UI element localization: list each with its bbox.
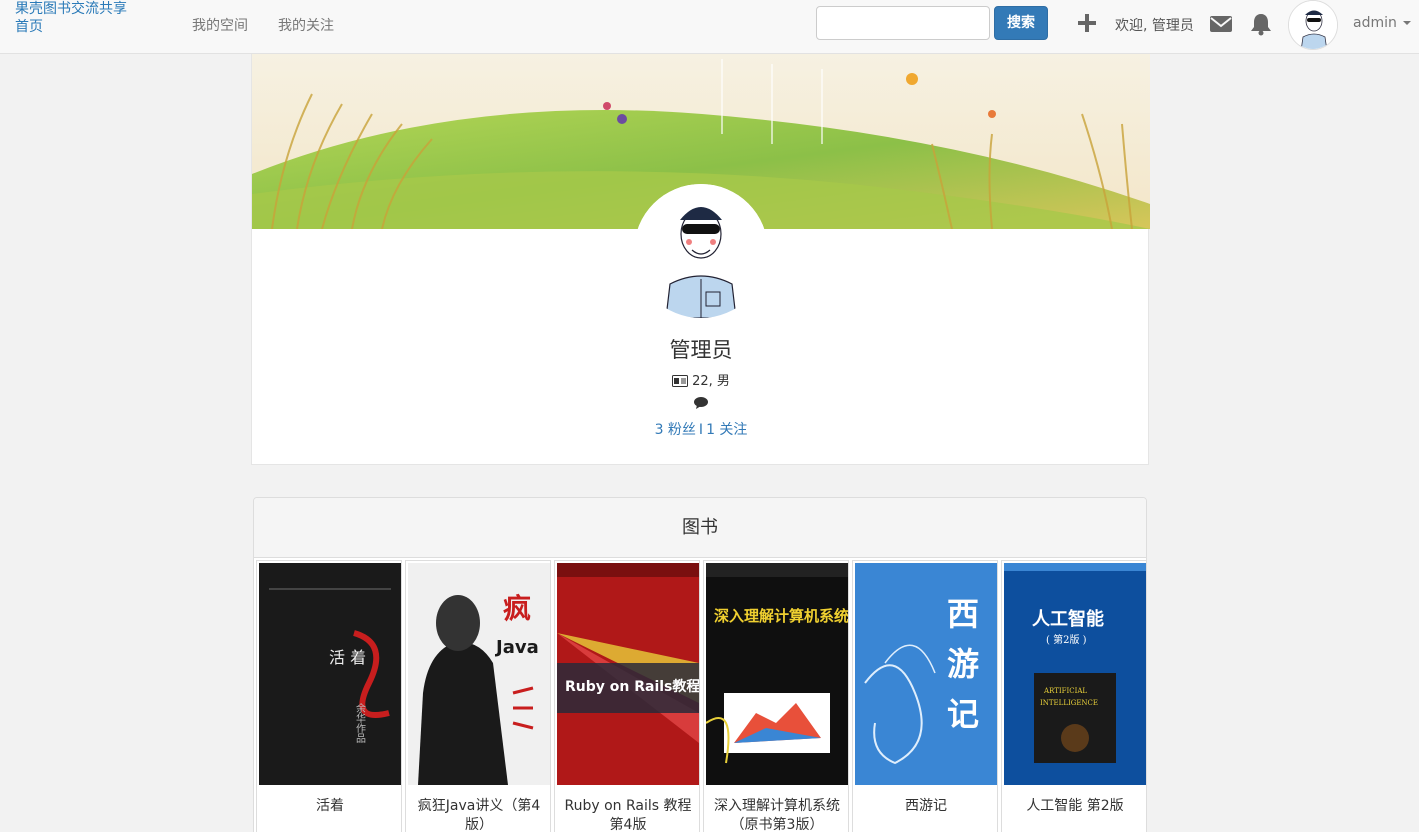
search-input[interactable] — [816, 6, 990, 40]
book-cover[interactable]: Ruby on Rails教程 — [557, 563, 699, 785]
book-card[interactable]: 深入理解计算机系统 深入理解计算机系统（原书第3版） — [703, 560, 849, 832]
books-panel-title: 图书 — [254, 498, 1146, 558]
svg-text:西: 西 — [947, 595, 979, 633]
svg-text:游: 游 — [947, 645, 979, 683]
avatar-illustration — [1289, 1, 1337, 49]
following-link[interactable]: 1 关注 — [706, 422, 747, 438]
nav-my-follows[interactable]: 我的关注 — [278, 15, 334, 35]
home-link[interactable]: 首页 — [15, 18, 145, 36]
svg-text:Ruby on Rails教程: Ruby on Rails教程 — [565, 678, 699, 695]
nav-my-space[interactable]: 我的空间 — [192, 15, 248, 35]
book-cover-art: Ruby on Rails教程 — [557, 563, 699, 785]
book-cover-art: 人工智能 ( 第2版 ) ARTIFICIAL INTELLIGENCE — [1004, 563, 1146, 785]
profile-card: 管理员 22, 男 3 粉丝 I 1 关注 — [251, 54, 1150, 465]
profile-name: 管理员 — [669, 338, 733, 362]
book-cover[interactable]: 疯 Java — [408, 563, 550, 785]
envelope-icon[interactable] — [1209, 14, 1233, 34]
search-button[interactable]: 搜索 — [994, 6, 1048, 40]
book-card[interactable]: 活 着 余华作品 活着 — [256, 560, 402, 832]
book-cover-art: 深入理解计算机系统 — [706, 563, 848, 785]
book-card[interactable]: 西 游 记 西游记 — [852, 560, 998, 832]
top-navbar: 果壳图书交流共享 首页 我的空间 我的关注 搜索 欢迎, 管理员 admin — [0, 0, 1419, 54]
caret-down-icon — [1402, 21, 1411, 25]
book-title[interactable]: 疯狂Java讲义（第4版） — [410, 797, 548, 832]
book-cover[interactable]: 人工智能 ( 第2版 ) ARTIFICIAL INTELLIGENCE — [1004, 563, 1146, 785]
follow-stats: 3 粉丝 I 1 关注 — [252, 419, 1150, 439]
svg-text:记: 记 — [947, 695, 979, 733]
svg-text:活 着: 活 着 — [329, 648, 366, 667]
comment-icon[interactable] — [693, 396, 709, 410]
profile-avatar — [634, 184, 768, 318]
svg-text:疯: 疯 — [503, 592, 531, 625]
age-gender: 22, 男 — [692, 374, 730, 389]
book-title[interactable]: 深入理解计算机系统（原书第3版） — [708, 797, 846, 832]
book-cover[interactable]: 活 着 余华作品 — [259, 563, 401, 785]
svg-text:人工智能: 人工智能 — [1032, 608, 1104, 630]
svg-text:INTELLIGENCE: INTELLIGENCE — [1040, 699, 1098, 707]
book-cover[interactable]: 深入理解计算机系统 — [706, 563, 848, 785]
follow-separator: I — [698, 422, 704, 438]
svg-text:Java: Java — [494, 637, 539, 658]
profile-meta: 22, 男 — [252, 370, 1150, 389]
svg-text:( 第2版 ): ( 第2版 ) — [1046, 633, 1087, 646]
user-menu-dropdown[interactable]: admin — [1353, 15, 1411, 31]
brand-link[interactable]: 果壳图书交流共享 首页 — [15, 0, 145, 36]
book-title[interactable]: Ruby on Rails 教程 第4版 — [559, 797, 697, 832]
svg-text:ARTIFICIAL: ARTIFICIAL — [1043, 687, 1087, 695]
svg-text:余华作品: 余华作品 — [354, 702, 366, 744]
book-card[interactable]: 人工智能 ( 第2版 ) ARTIFICIAL INTELLIGENCE 人工智… — [1001, 560, 1146, 832]
followers-link[interactable]: 3 粉丝 — [655, 422, 696, 438]
username-label[interactable]: admin — [1353, 15, 1397, 31]
book-cover-art: 疯 Java — [408, 563, 550, 785]
book-title[interactable]: 活着 — [261, 797, 399, 816]
book-card[interactable]: Ruby on Rails教程 Ruby on Rails 教程 第4版 — [554, 560, 700, 832]
book-cover[interactable]: 西 游 记 — [855, 563, 997, 785]
book-title[interactable]: 西游记 — [857, 797, 995, 816]
id-card-icon — [672, 375, 689, 387]
svg-text:深入理解计算机系统: 深入理解计算机系统 — [714, 607, 848, 625]
plus-icon[interactable] — [1076, 12, 1098, 34]
user-avatar[interactable] — [1288, 0, 1338, 50]
profile-avatar-illustration — [634, 184, 768, 318]
bell-icon[interactable] — [1250, 12, 1272, 36]
book-cover-art: 活 着 余华作品 — [259, 563, 401, 785]
book-title[interactable]: 人工智能 第2版 — [1006, 797, 1144, 816]
brand-title[interactable]: 果壳图书交流共享 — [15, 0, 145, 18]
book-card[interactable]: 疯 Java 疯狂Java讲义（第4版） — [405, 560, 551, 832]
book-cover-art: 西 游 记 — [855, 563, 997, 785]
books-panel: 图书 活 着 余华作品 活着 疯 Java 疯狂Java讲义（第4版） Ruby… — [253, 497, 1147, 832]
welcome-text: 欢迎, 管理员 — [1115, 18, 1194, 34]
